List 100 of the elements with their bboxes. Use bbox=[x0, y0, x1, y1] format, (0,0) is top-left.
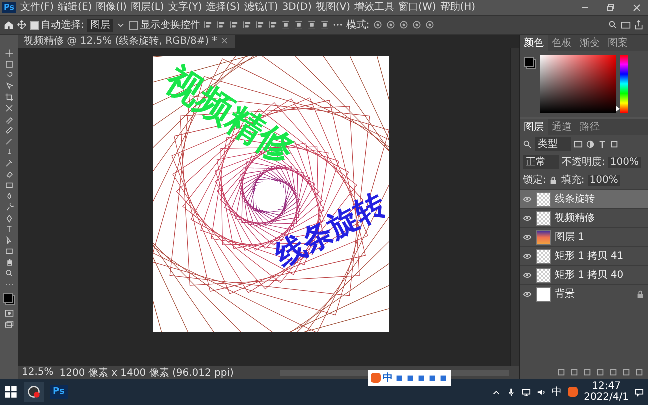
marquee-tool-icon[interactable] bbox=[4, 60, 14, 69]
layer-row[interactable]: 图层 1 bbox=[520, 227, 648, 246]
align-icon[interactable] bbox=[229, 20, 240, 30]
app-logo[interactable]: Ps bbox=[2, 2, 16, 13]
distribute-icon[interactable] bbox=[320, 20, 330, 30]
align-icon[interactable] bbox=[203, 20, 214, 30]
shape-filter-icon[interactable] bbox=[610, 140, 619, 148]
eye-icon[interactable] bbox=[523, 252, 532, 260]
clock[interactable]: 12:47 2022/4/1 bbox=[584, 381, 629, 403]
windows-start-icon[interactable] bbox=[4, 385, 18, 399]
zoom-icon[interactable] bbox=[4, 269, 14, 278]
layer-row[interactable]: 矩形 1 拷贝 41 bbox=[520, 246, 648, 265]
notification-icon[interactable] bbox=[635, 388, 644, 396]
show-transform-checkbox[interactable]: 显示变换控件 bbox=[129, 18, 200, 32]
auto-select-checkbox[interactable]: 自动选择: bbox=[30, 18, 84, 32]
fill-field[interactable]: 100% bbox=[588, 174, 620, 186]
eye-icon[interactable] bbox=[523, 232, 532, 242]
vertical-scrollbar[interactable] bbox=[510, 48, 519, 366]
menu-item[interactable]: 文字(Y) bbox=[168, 1, 202, 14]
lasso-tool-icon[interactable] bbox=[4, 71, 14, 80]
layer-thumbnail bbox=[536, 210, 551, 226]
color-swatch[interactable] bbox=[524, 57, 536, 69]
distribute-icon[interactable] bbox=[281, 20, 292, 30]
distribute-icon[interactable] bbox=[294, 20, 304, 30]
pen-tool-icon[interactable] bbox=[4, 214, 14, 223]
input-method-logo[interactable] bbox=[371, 373, 381, 383]
crop-tool-icon[interactable] bbox=[4, 93, 14, 102]
menu-item[interactable]: 编辑(E) bbox=[58, 1, 92, 14]
align-icon[interactable] bbox=[255, 20, 266, 30]
layer-thumbnail bbox=[536, 286, 551, 302]
type-tool-icon[interactable] bbox=[4, 225, 14, 234]
menu-item[interactable]: 选择(S) bbox=[206, 1, 240, 14]
foreground-background-swatch[interactable] bbox=[3, 293, 15, 305]
layer-row[interactable]: 矩形 1 拷贝 40 bbox=[520, 265, 648, 284]
volume-icon[interactable] bbox=[537, 388, 546, 396]
layer-row[interactable]: 背景 bbox=[520, 284, 648, 303]
search-icon bbox=[523, 140, 532, 148]
lock-icon[interactable] bbox=[549, 176, 558, 184]
path-select-icon[interactable] bbox=[4, 236, 14, 245]
target-dropdown[interactable]: 图层 bbox=[87, 18, 114, 32]
eye-icon[interactable] bbox=[523, 214, 532, 222]
eye-icon[interactable] bbox=[523, 290, 532, 298]
distribute-icon[interactable] bbox=[307, 20, 318, 30]
color-picker-field[interactable] bbox=[540, 55, 616, 113]
menu-item[interactable]: 窗口(W) bbox=[398, 1, 436, 14]
panel-tab[interactable]: 色板 bbox=[548, 35, 576, 51]
search-icon[interactable] bbox=[608, 20, 618, 30]
brush-tool-icon[interactable] bbox=[4, 137, 14, 146]
document-tab[interactable]: 视频精修 @ 12.5% (线条旋转, RGB/8#) * × bbox=[18, 35, 235, 48]
panel-tab[interactable]: 图层 bbox=[520, 119, 548, 135]
align-icon[interactable] bbox=[268, 20, 278, 30]
opacity-field[interactable]: 100% bbox=[608, 156, 641, 168]
eraser-icon[interactable] bbox=[4, 170, 14, 179]
network-icon[interactable] bbox=[522, 388, 532, 396]
close-icon[interactable] bbox=[632, 2, 642, 12]
menu-item[interactable]: 3D(D) bbox=[282, 1, 312, 14]
blur-drop-icon[interactable] bbox=[4, 192, 14, 201]
align-icon[interactable] bbox=[216, 20, 226, 30]
move-icon[interactable] bbox=[17, 20, 27, 30]
panel-tab[interactable]: 颜色 bbox=[520, 35, 548, 51]
artwork-subtitle: 线条旋转 bbox=[271, 190, 389, 272]
layer-name: 图层 1 bbox=[555, 231, 586, 244]
menu-item[interactable]: 图层(L) bbox=[130, 1, 164, 14]
move-tool-icon[interactable] bbox=[4, 49, 14, 58]
menu-item[interactable]: 视图(V) bbox=[316, 1, 351, 14]
panel-tab[interactable]: 路径 bbox=[576, 119, 604, 135]
quick-mask-icon[interactable] bbox=[4, 309, 14, 318]
rectangle-tool-icon[interactable] bbox=[4, 247, 14, 256]
align-icon[interactable] bbox=[242, 20, 252, 30]
hue-slider-thumb[interactable] bbox=[616, 106, 620, 112]
recorder-app-icon[interactable] bbox=[24, 382, 44, 402]
panel-tab[interactable]: 通道 bbox=[548, 119, 576, 135]
input-language[interactable]: 中 bbox=[552, 385, 562, 399]
menu-item[interactable]: 图像(I) bbox=[96, 1, 127, 14]
eye-icon[interactable] bbox=[523, 194, 532, 204]
menu-item[interactable]: 文件(F) bbox=[20, 1, 54, 14]
home-icon[interactable] bbox=[4, 20, 14, 30]
panel-tab[interactable]: 渐变 bbox=[576, 35, 604, 51]
microphone-icon[interactable] bbox=[507, 388, 516, 396]
workspace-icon[interactable] bbox=[621, 20, 631, 30]
type-filter-icon[interactable] bbox=[598, 140, 607, 148]
adjustment-filter-icon[interactable] bbox=[586, 140, 595, 148]
ime-mode[interactable]: 中 bbox=[383, 371, 393, 385]
photoshop-taskbar-icon[interactable]: Ps bbox=[50, 385, 68, 399]
menu-item[interactable]: 帮助(H) bbox=[440, 1, 476, 14]
filter-dropdown[interactable]: 类型 bbox=[535, 137, 571, 151]
blend-mode-dropdown[interactable]: 正常 bbox=[523, 155, 559, 169]
menu-item[interactable]: 增效工具 bbox=[354, 1, 395, 14]
restore-icon[interactable] bbox=[606, 2, 616, 12]
layer-row[interactable]: 视频精修 bbox=[520, 208, 648, 227]
share-icon[interactable] bbox=[634, 20, 644, 30]
fill-label: 填充: bbox=[561, 174, 585, 187]
pixel-filter-icon[interactable] bbox=[574, 140, 583, 148]
menu-item[interactable]: 滤镜(T) bbox=[244, 1, 278, 14]
screen-mode-icon[interactable] bbox=[4, 320, 14, 329]
panel-tab[interactable]: 图案 bbox=[604, 35, 632, 51]
layer-row[interactable]: 线条旋转 bbox=[520, 189, 648, 208]
input-method-logo[interactable] bbox=[568, 387, 578, 397]
lock-label: 锁定: bbox=[523, 174, 546, 187]
eye-icon[interactable] bbox=[523, 270, 532, 280]
